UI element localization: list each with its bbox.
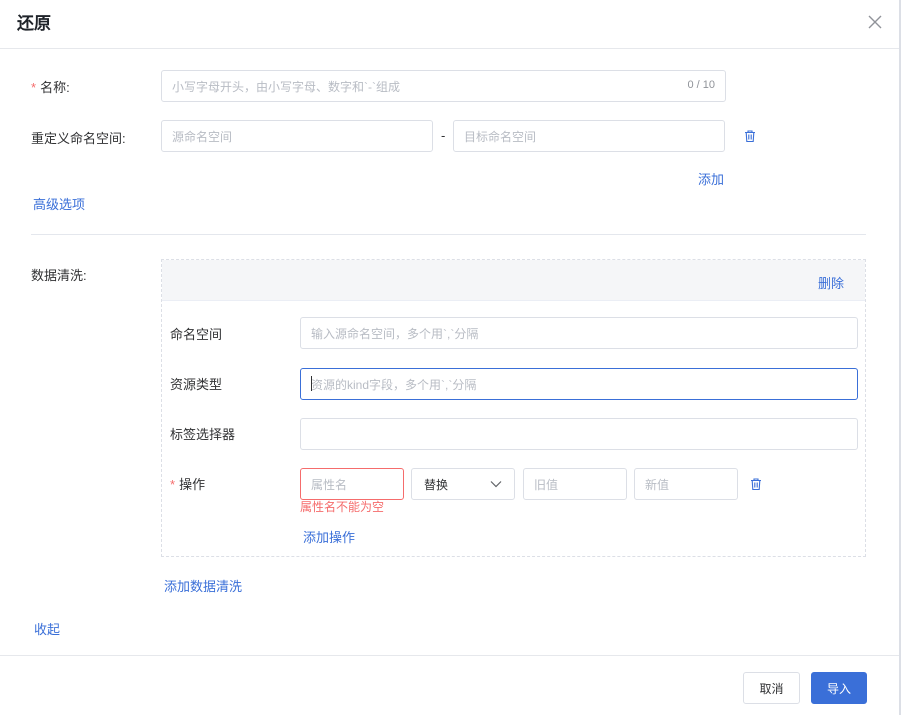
target-namespace-placeholder: 目标命名空间: [464, 129, 537, 144]
add-operation-link[interactable]: 添加操作: [303, 527, 355, 546]
target-namespace-input[interactable]: 目标命名空间: [453, 120, 725, 152]
namespace-separator: -: [441, 128, 446, 143]
trash-icon[interactable]: [743, 129, 757, 143]
dialog-header: [0, 0, 901, 49]
rule-resource-type-placeholder: 资源的kind字段，多个用`,`分隔: [311, 377, 477, 392]
rule-operation-label-text: 操作: [179, 477, 206, 492]
cancel-button[interactable]: 取消: [743, 672, 800, 704]
collapse-link[interactable]: 收起: [34, 619, 60, 638]
rule-namespace-placeholder: 输入源命名空间，多个用`,`分隔: [311, 326, 479, 341]
data-cleaning-label: 数据清洗:: [31, 268, 87, 283]
delete-rule-link[interactable]: 删除: [818, 273, 844, 292]
operation-select-value: 替换: [424, 477, 449, 492]
old-value-input[interactable]: 旧值: [523, 468, 627, 500]
add-data-cleaning-link[interactable]: 添加数据清洗: [164, 576, 242, 595]
name-placeholder: 小写字母开头，由小写字母、数字和`-`组成: [172, 79, 400, 94]
name-input[interactable]: 小写字母开头，由小写字母、数字和`-`组成 0 / 10: [161, 70, 726, 102]
source-namespace-input[interactable]: 源命名空间: [161, 120, 433, 152]
import-button[interactable]: 导入: [811, 672, 867, 704]
attribute-name-placeholder: 属性名: [311, 477, 348, 492]
name-label: * 名称:: [31, 77, 70, 96]
namespace-mapping-label: 重定义命名空间:: [31, 131, 126, 146]
name-label-text: 名称:: [40, 80, 70, 95]
rule-resource-type-label: 资源类型: [170, 377, 223, 392]
rule-namespace-label: 命名空间: [170, 327, 223, 342]
footer-divider: [0, 655, 899, 656]
trash-icon[interactable]: [749, 477, 763, 491]
data-cleaning-rule: [161, 259, 866, 557]
rule-label-selector-label: 标签选择器: [170, 427, 236, 442]
new-value-input[interactable]: 新值: [634, 468, 738, 500]
rule-label-selector-input[interactable]: [300, 418, 858, 450]
operation-select[interactable]: 替换: [411, 468, 515, 500]
new-value-placeholder: 新值: [645, 477, 670, 492]
section-divider: [31, 234, 866, 235]
chevron-down-icon: [490, 481, 502, 488]
text-caret: [311, 376, 312, 391]
attribute-name-error: 属性名不能为空: [300, 500, 385, 514]
advanced-options-link[interactable]: 高级选项: [33, 194, 85, 213]
name-counter: 0 / 10: [687, 79, 715, 91]
required-mark: *: [170, 477, 176, 492]
rule-header: [162, 260, 865, 301]
rule-operation-label: * 操作: [170, 474, 205, 493]
old-value-placeholder: 旧值: [534, 477, 559, 492]
rule-namespace-input[interactable]: 输入源命名空间，多个用`,`分隔: [300, 317, 858, 349]
close-icon[interactable]: [866, 13, 884, 31]
source-namespace-placeholder: 源命名空间: [172, 129, 233, 144]
required-mark: *: [31, 80, 37, 95]
attribute-name-input[interactable]: 属性名: [300, 468, 404, 500]
dialog-title: 还原: [17, 14, 51, 33]
add-namespace-mapping-link[interactable]: 添加: [698, 169, 724, 188]
rule-resource-type-input[interactable]: 资源的kind字段，多个用`,`分隔: [300, 368, 858, 400]
